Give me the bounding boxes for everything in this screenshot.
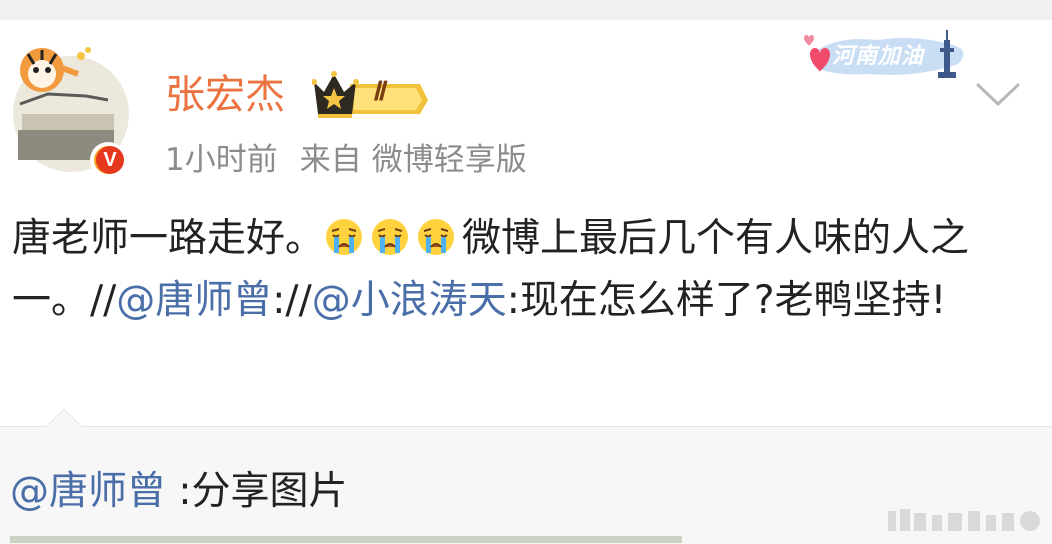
verified-v-icon: V	[96, 146, 124, 174]
post-content: 唐老师一路走好。 微博上最后几个有人味的人之一。//@唐师曾://@小浪涛天:现在…	[12, 208, 1047, 332]
weibo-watermark-logo	[888, 505, 1048, 539]
crying-face-icon	[324, 215, 364, 259]
source-prefix: 来自	[299, 142, 362, 178]
crying-face-icon	[416, 215, 456, 259]
more-options-button[interactable]	[975, 82, 1021, 112]
post-source[interactable]: 微博轻享版	[372, 142, 527, 178]
repost-content: @唐师曾 :分享图片	[10, 466, 348, 518]
vip-badge[interactable]: Ⅱ	[311, 70, 428, 122]
post-text-part1: 唐老师一路走好。	[12, 216, 325, 261]
mention-tangshizeng[interactable]: @唐师曾	[116, 278, 272, 323]
vip-level: Ⅱ	[372, 77, 385, 106]
repost-pointer	[45, 408, 83, 428]
post-text-part3: ://	[272, 278, 312, 323]
post-text-part4: :现在怎么样了?老鸭坚持!	[506, 278, 947, 323]
repost-text: :分享图片	[166, 469, 348, 514]
username[interactable]: 张宏杰	[165, 70, 285, 120]
top-strip	[0, 0, 1052, 20]
repost-mention-tangshizeng[interactable]: @唐师曾	[10, 469, 166, 514]
repost-image-thumbnail[interactable]	[10, 536, 682, 543]
henan-badge-text: 河南加油	[832, 44, 925, 69]
vip-crown-icon	[311, 71, 428, 118]
post-meta: 1小时前 来自 微博轻享版	[165, 138, 527, 182]
chevron-down-icon	[976, 83, 1020, 106]
avatar[interactable]: V	[8, 44, 134, 180]
mention-xiaolangtaotian[interactable]: @小浪涛天	[312, 278, 507, 323]
crying-face-icon	[370, 215, 410, 259]
henan-jiayou-badge: 河南加油	[798, 28, 978, 92]
post-time: 1小时前	[165, 142, 278, 178]
